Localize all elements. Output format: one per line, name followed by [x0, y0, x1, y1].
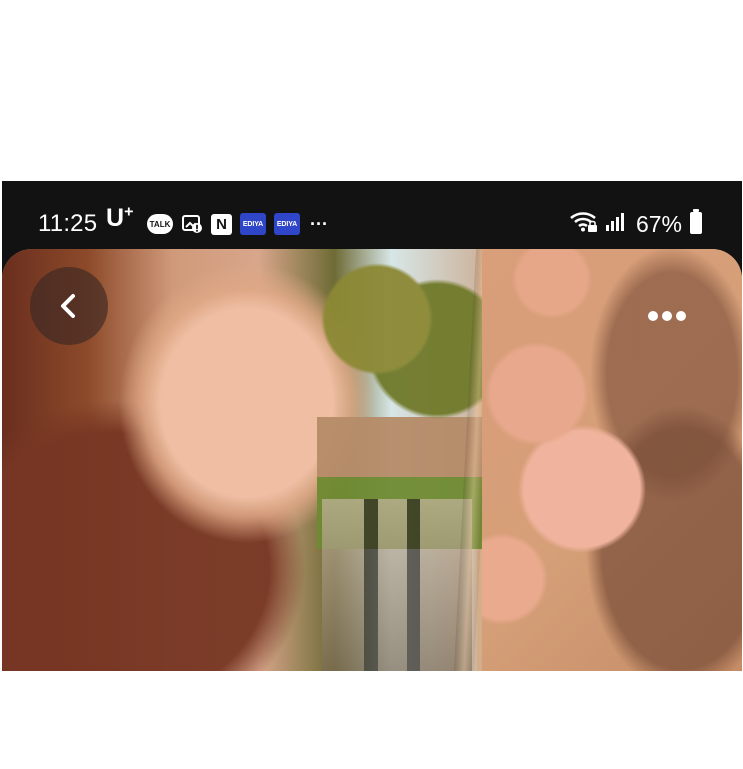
image-alert-icon — [181, 213, 203, 235]
profile-photo — [2, 249, 742, 671]
status-bar: 11:25 U+ TALK N EDIYA EDIYA ··· 67% — [2, 181, 742, 249]
phone-screen: 11:25 U+ TALK N EDIYA EDIYA ··· 67% — [2, 181, 742, 671]
carrier-name: U — [106, 204, 125, 232]
carrier-superscript: + — [124, 203, 134, 221]
more-dot — [676, 311, 686, 321]
battery-icon — [688, 208, 704, 241]
status-time: 11:25 — [38, 210, 98, 237]
naver-icon: N — [211, 213, 232, 235]
chevron-left-icon — [61, 294, 75, 318]
more-notifications-icon: ··· — [310, 214, 328, 234]
ediya-icon: EDIYA — [274, 213, 300, 235]
wifi-icon — [568, 210, 598, 239]
ediya-icon: EDIYA — [240, 213, 266, 235]
more-horizontal-icon — [646, 311, 688, 321]
signal-icon — [604, 210, 628, 239]
flower-image-panel — [482, 249, 742, 671]
back-button[interactable] — [30, 267, 108, 345]
battery-percent: 67% — [635, 211, 682, 237]
kakaotalk-icon: TALK — [147, 214, 173, 234]
carrier-logo: U+ — [106, 203, 133, 233]
more-dot — [648, 311, 658, 321]
more-options-button[interactable] — [639, 301, 695, 331]
more-dot — [662, 311, 672, 321]
notification-icons: TALK N EDIYA EDIYA ··· — [147, 209, 330, 239]
system-status: 67% — [568, 208, 704, 241]
